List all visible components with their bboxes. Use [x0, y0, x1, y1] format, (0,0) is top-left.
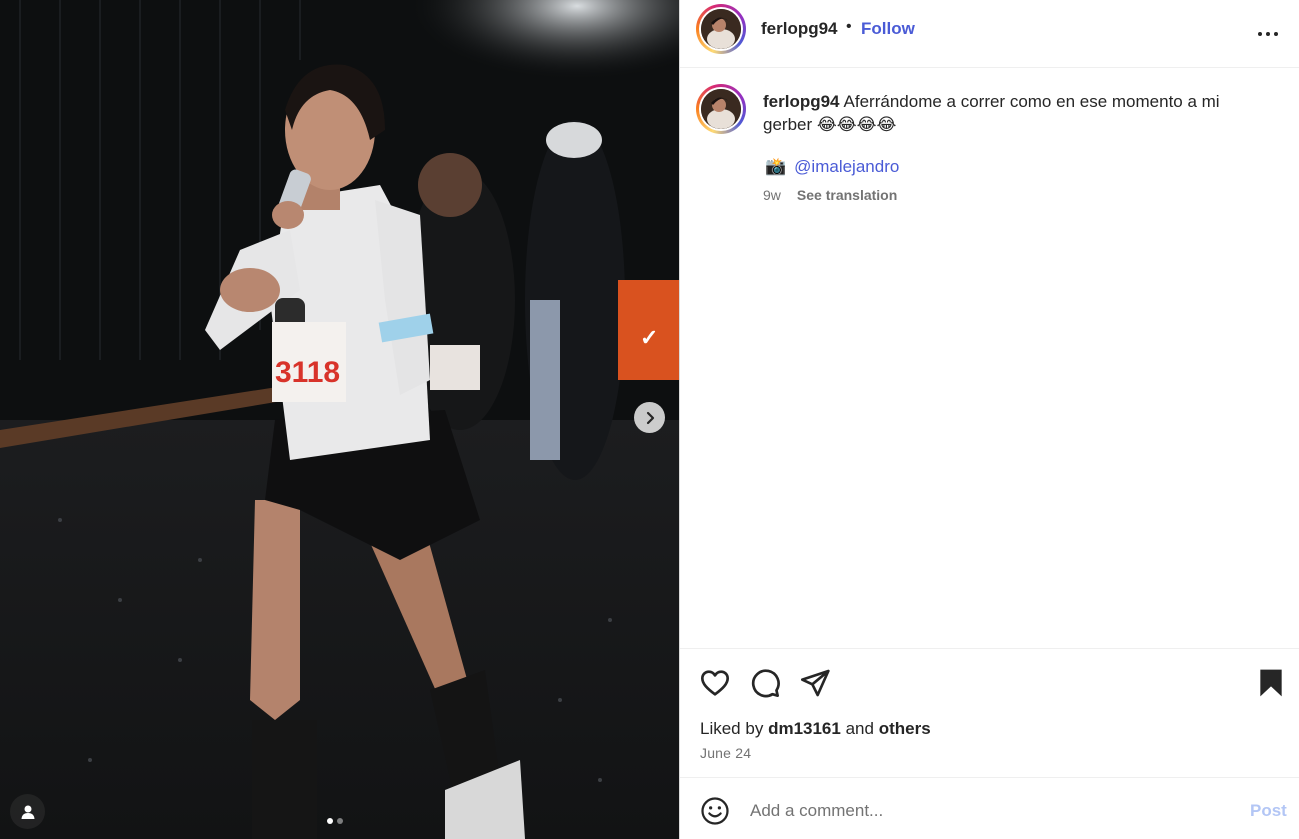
author-username[interactable]: ferlopg94: [761, 19, 838, 39]
avatar-image: [701, 89, 741, 129]
post-actions: Liked by dm13161 and others June 24: [680, 648, 1299, 778]
svg-text:✓: ✓: [640, 325, 658, 350]
emoji-icon[interactable]: [700, 796, 730, 826]
post-details-panel: ferlopg94 • Follow ferlopg94 Aferrándome …: [679, 0, 1299, 839]
caption-author-avatar[interactable]: [696, 84, 746, 134]
liked-by-label: Liked by: [700, 719, 764, 738]
see-translation-button[interactable]: See translation: [797, 187, 897, 203]
comment-icon[interactable]: [749, 667, 781, 699]
follow-button[interactable]: Follow: [861, 19, 915, 39]
post-time-ago[interactable]: 9w: [763, 187, 781, 203]
credit-mention-link[interactable]: @imalejandro: [794, 157, 899, 177]
bib-number: 3118: [275, 356, 340, 389]
share-icon[interactable]: [799, 667, 831, 699]
liked-and-label: and: [845, 719, 874, 738]
likes-summary: Liked by dm13161 and others: [700, 719, 931, 739]
author-avatar[interactable]: [696, 4, 746, 54]
separator-dot: •: [846, 18, 852, 35]
photo-credit: 📸 @imalejandro: [765, 157, 899, 177]
post-header: ferlopg94 • Follow: [680, 0, 1299, 68]
carousel-dot: [337, 818, 343, 824]
liked-user-link[interactable]: dm13161: [768, 719, 841, 738]
chevron-right-icon: [646, 411, 654, 424]
carousel-dot-active: [327, 818, 333, 824]
caption-meta: 9w See translation: [763, 187, 897, 203]
comment-bar: Post: [680, 779, 1299, 839]
post-date[interactable]: June 24: [700, 745, 751, 761]
user-tags-button[interactable]: [10, 794, 45, 829]
user-tag-icon: [21, 805, 34, 819]
bookmark-icon[interactable]: [1255, 667, 1287, 699]
post-media[interactable]: ✓ 3118: [0, 0, 679, 839]
comment-input[interactable]: [750, 797, 1220, 825]
liked-others-link[interactable]: others: [879, 719, 931, 738]
camera-icon: 📸: [765, 157, 787, 176]
more-options-icon[interactable]: [1256, 22, 1280, 46]
carousel-indicator: [327, 818, 343, 824]
avatar-image: [701, 9, 741, 49]
runner-photo: ✓ 3118: [0, 0, 679, 839]
caption-text: ferlopg94 Aferrándome a correr como en es…: [763, 90, 1263, 136]
next-photo-button[interactable]: [634, 402, 665, 433]
heart-icon[interactable]: [699, 667, 731, 699]
caption-username[interactable]: ferlopg94: [763, 92, 840, 111]
post-comment-button[interactable]: Post: [1250, 801, 1287, 821]
